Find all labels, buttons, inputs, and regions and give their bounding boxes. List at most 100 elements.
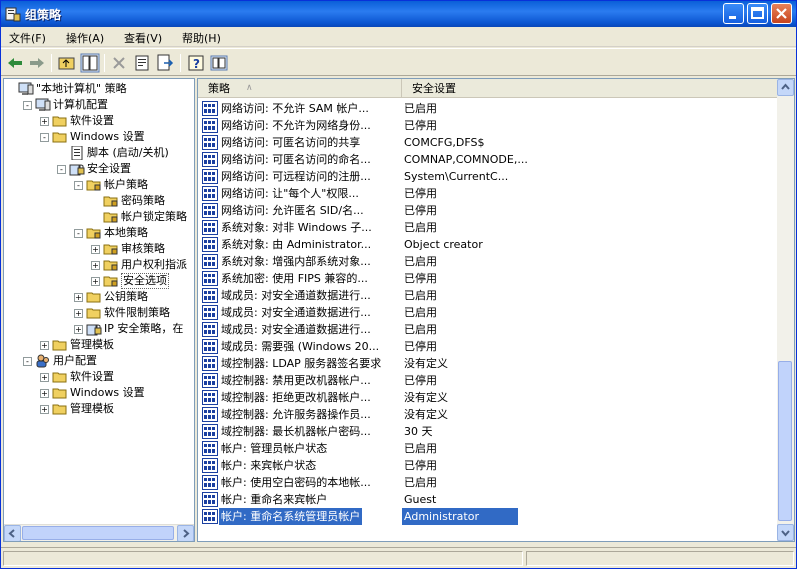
policy-row[interactable]: 域成员: 对安全通道数据进行... 已启用	[198, 321, 778, 338]
list-vertical-scrollbar[interactable]	[777, 79, 794, 541]
help-icon[interactable]: ?	[186, 53, 206, 73]
tree-node[interactable]: 脚本 (启动/关机)	[4, 145, 192, 161]
column-header-setting[interactable]: 安全设置	[402, 79, 778, 98]
tree-node[interactable]: + 软件限制策略	[4, 305, 192, 321]
menu-view[interactable]: 查看(V)	[124, 30, 162, 46]
scroll-up-button[interactable]	[777, 79, 794, 96]
policy-row[interactable]: 网络访问: 可远程访问的注册... System\CurrentC...	[198, 168, 778, 185]
expand-toggle[interactable]: +	[40, 341, 49, 350]
expand-toggle[interactable]: +	[40, 373, 49, 382]
policy-row[interactable]: 系统对象: 对非 Windows 子... 已启用	[198, 219, 778, 236]
scroll-left-button[interactable]	[4, 525, 21, 541]
expand-toggle[interactable]: +	[91, 245, 100, 254]
menu-action[interactable]: 操作(A)	[66, 30, 104, 46]
tree-node[interactable]: + 用户权利指派	[4, 257, 192, 273]
folder-icon	[52, 130, 68, 144]
forward-icon[interactable]	[27, 53, 47, 73]
menu-file[interactable]: 文件(F)	[9, 30, 46, 46]
policy-row[interactable]: 域控制器: 最长机器帐户密码... 30 天	[198, 423, 778, 440]
tree-node[interactable]: - 用户配置	[4, 353, 192, 369]
policy-name: 网络访问: 可远程访问的注册...	[221, 170, 371, 183]
collapse-toggle[interactable]: -	[23, 357, 32, 366]
policy-row[interactable]: 系统对象: 由 Administrator... Object creator	[198, 236, 778, 253]
tree-node[interactable]: - 本地策略	[4, 225, 192, 241]
policy-row[interactable]: 网络访问: 不允许 SAM 帐户... 已启用	[198, 100, 778, 117]
column-header-policy[interactable]: 策略 ∧	[198, 79, 402, 98]
tree-scroll-thumb[interactable]	[22, 526, 174, 540]
policy-setting-icon	[202, 152, 218, 167]
close-button[interactable]	[771, 3, 792, 24]
policy-row[interactable]: 域成员: 需要强 (Windows 20... 已停用	[198, 338, 778, 355]
collapse-toggle[interactable]: -	[40, 133, 49, 142]
policy-row[interactable]: 网络访问: 可匿名访问的命名... COMNAP,COMNODE,...	[198, 151, 778, 168]
policy-row[interactable]: 域控制器: 允许服务器操作员... 没有定义	[198, 406, 778, 423]
delete-icon[interactable]	[109, 53, 129, 73]
policy-row[interactable]: 帐户: 使用空白密码的本地帐... 已启用	[198, 474, 778, 491]
menu-help[interactable]: 帮助(H)	[182, 30, 221, 46]
tree-node[interactable]: "本地计算机" 策略	[4, 81, 192, 97]
expand-toggle[interactable]: +	[91, 261, 100, 270]
policy-row[interactable]: 域成员: 对安全通道数据进行... 已启用	[198, 304, 778, 321]
expand-toggle[interactable]: +	[91, 277, 100, 286]
tree-node[interactable]: - 计算机配置	[4, 97, 192, 113]
console-tree-icon[interactable]	[209, 53, 229, 73]
tree-node[interactable]: + 软件设置	[4, 113, 192, 129]
expand-toggle[interactable]: +	[40, 117, 49, 126]
tree-node[interactable]: 密码策略	[4, 193, 192, 209]
list-scroll-thumb[interactable]	[778, 361, 792, 521]
collapse-toggle[interactable]: -	[57, 165, 66, 174]
minimize-button[interactable]	[723, 3, 744, 24]
expand-toggle[interactable]: +	[74, 325, 83, 334]
collapse-toggle[interactable]: -	[74, 181, 83, 190]
policy-row[interactable]: 帐户: 管理员帐户状态 已启用	[198, 440, 778, 457]
tree-node[interactable]: + IP 安全策略，在	[4, 321, 192, 337]
policy-row[interactable]: 域成员: 对安全通道数据进行... 已启用	[198, 287, 778, 304]
tree-node[interactable]: + 安全选项	[4, 273, 192, 289]
tree-node[interactable]: + 软件设置	[4, 369, 192, 385]
export-icon[interactable]	[155, 53, 175, 73]
policy-row[interactable]: 系统对象: 增强内部系统对象... 已启用	[198, 253, 778, 270]
tree-node[interactable]: + 公钥策略	[4, 289, 192, 305]
folder-icon	[52, 386, 68, 400]
properties-icon[interactable]	[132, 53, 152, 73]
up-folder-icon[interactable]	[57, 53, 77, 73]
tree-node[interactable]: - 帐户策略	[4, 177, 192, 193]
policy-row[interactable]: 帐户: 重命名来宾帐户 Guest	[198, 491, 778, 508]
folder-lock-icon	[86, 178, 102, 192]
policy-row[interactable]: 域控制器: 拒绝更改机器帐户... 没有定义	[198, 389, 778, 406]
tree-node[interactable]: + 审核策略	[4, 241, 192, 257]
tree-node[interactable]: - 安全设置	[4, 161, 192, 177]
collapse-toggle[interactable]: -	[74, 229, 83, 238]
policy-row[interactable]: 帐户: 重命名系统管理员帐户 Administrator	[198, 508, 778, 525]
policy-setting-icon	[202, 271, 218, 286]
policy-row[interactable]: 网络访问: 让"每个人"权限... 已停用	[198, 185, 778, 202]
details-list-pane[interactable]: 策略 ∧ 安全设置 网络访问: 不允许 SAM 帐户... 已启用 网络访问: 不允许…	[197, 78, 795, 542]
expand-toggle[interactable]: +	[40, 389, 49, 398]
tree-horizontal-scrollbar[interactable]	[4, 524, 194, 541]
back-icon[interactable]	[5, 53, 25, 73]
policy-row[interactable]: 网络访问: 允许匿名 SID/名... 已停用	[198, 202, 778, 219]
policy-row[interactable]: 网络访问: 不允许为网络身份... 已停用	[198, 117, 778, 134]
expand-toggle[interactable]: +	[74, 309, 83, 318]
expand-toggle[interactable]: +	[40, 405, 49, 414]
scroll-right-button[interactable]	[177, 525, 194, 541]
maximize-button[interactable]	[747, 3, 768, 24]
policy-row[interactable]: 系统加密: 使用 FIPS 兼容的... 已停用	[198, 270, 778, 287]
collapse-toggle[interactable]: -	[23, 101, 32, 110]
policy-row[interactable]: 网络访问: 可匿名访问的共享 COMCFG,DFS$	[198, 134, 778, 151]
status-cell-main	[3, 551, 523, 566]
policy-row[interactable]: 域控制器: 禁用更改机器帐户... 已停用	[198, 372, 778, 389]
expand-toggle[interactable]: +	[74, 293, 83, 302]
show-tree-icon[interactable]	[80, 53, 100, 73]
scroll-down-button[interactable]	[777, 524, 794, 541]
policy-row[interactable]: 帐户: 来宾帐户状态 已停用	[198, 457, 778, 474]
console-tree-pane[interactable]: "本地计算机" 策略 - 计算机配置 + 软件设置 - Windows 设置 脚本 (启动/关…	[3, 78, 195, 542]
tree-node[interactable]: + 管理模板	[4, 337, 192, 353]
tree-node[interactable]: + 管理模板	[4, 401, 192, 417]
policy-setting-icon	[202, 509, 218, 524]
title-bar[interactable]: 组策略	[1, 1, 796, 27]
tree-node[interactable]: - Windows 设置	[4, 129, 192, 145]
tree-node[interactable]: + Windows 设置	[4, 385, 192, 401]
policy-row[interactable]: 域控制器: LDAP 服务器签名要求 没有定义	[198, 355, 778, 372]
tree-node[interactable]: 帐户锁定策略	[4, 209, 192, 225]
